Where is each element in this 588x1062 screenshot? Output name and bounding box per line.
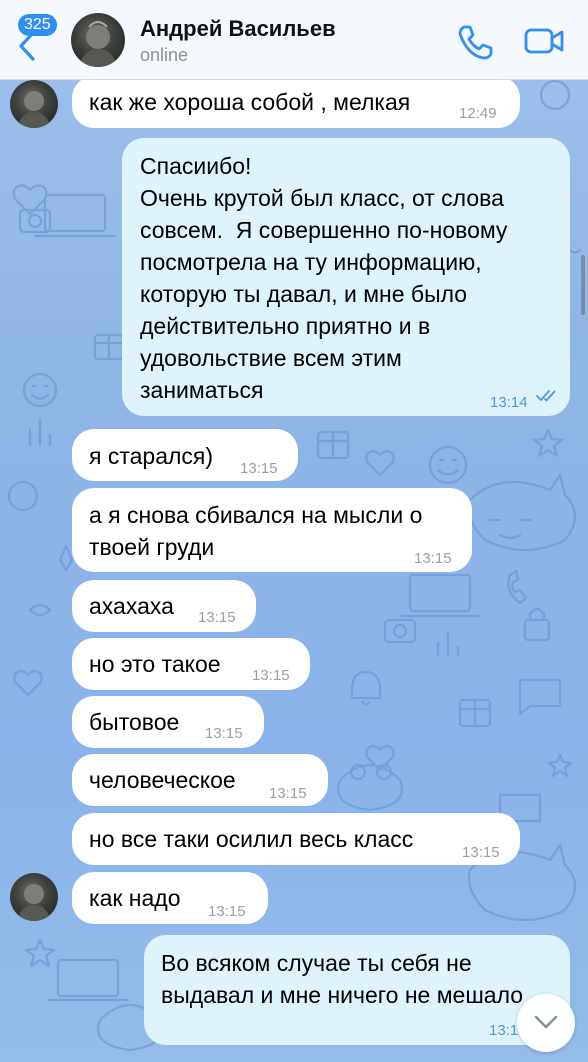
contact-name[interactable]: Андрей Васильев (140, 16, 336, 42)
message-time: 13:15 (269, 785, 307, 802)
message-time: 13:14 (490, 394, 528, 411)
message-time: 13:15 (414, 550, 452, 567)
double-check-icon (536, 390, 556, 402)
message-text: я старался) (89, 443, 214, 469)
message-time: 13:1 (489, 1022, 519, 1039)
message-incoming[interactable]: ахахаха 13:15 (72, 580, 256, 632)
avatar-image (17, 91, 51, 128)
message-incoming[interactable]: но это такое 13:15 (72, 638, 310, 690)
message-time: 13:15 (198, 609, 236, 626)
message-text: Во всяком случае ты себя не выдавал и мн… (161, 950, 524, 1008)
message-incoming[interactable]: как же хороша собой , мелкая 12:49 (72, 76, 520, 128)
scroll-to-bottom-button[interactable] (517, 994, 575, 1052)
avatar-image (79, 21, 117, 67)
message-text: как надо (89, 885, 181, 911)
message-text: бытовое (89, 709, 180, 735)
message-time: 13:15 (208, 903, 246, 920)
message-incoming[interactable]: я старался) 13:15 (72, 429, 298, 481)
call-button[interactable] (455, 22, 493, 60)
chat-header: 325 Андрей Васильев online (0, 0, 588, 80)
scrollbar[interactable] (581, 255, 585, 315)
video-call-button[interactable] (522, 22, 566, 60)
contact-status: online (140, 45, 189, 65)
message-text: ахахаха (89, 593, 174, 619)
message-text: но это такое (89, 651, 221, 677)
message-time: 13:15 (205, 725, 243, 742)
chevron-down-icon (534, 1015, 558, 1029)
contact-avatar[interactable] (71, 13, 125, 67)
phone-icon (458, 25, 493, 60)
message-time: 12:49 (459, 105, 497, 122)
message-time: 13:15 (240, 460, 278, 477)
message-incoming[interactable]: бытовое 13:15 (72, 696, 264, 748)
message-incoming[interactable]: но все таки осилил весь класс 13:15 (72, 813, 520, 865)
message-time: 13:15 (252, 667, 290, 684)
message-time: 13:15 (462, 844, 500, 861)
avatar-image (17, 884, 51, 921)
video-camera-icon (524, 28, 564, 54)
message-incoming[interactable]: человеческое 13:15 (72, 754, 328, 806)
message-text: а я снова сбивался на мысли о твоей груд… (89, 502, 423, 560)
unread-count-badge: 325 (18, 14, 57, 36)
message-incoming[interactable]: а я снова сбивался на мысли о твоей груд… (72, 488, 472, 572)
message-text: как же хороша собой , мелкая (89, 89, 411, 115)
message-text: Спасиибо! Очень крутой был класс, от сло… (140, 153, 508, 403)
message-outgoing[interactable]: Во всяком случае ты себя не выдавал и мн… (144, 935, 570, 1045)
message-incoming[interactable]: как надо 13:15 (72, 872, 268, 924)
message-outgoing[interactable]: Спасиибо! Очень крутой был класс, от сло… (122, 138, 570, 416)
sender-avatar[interactable] (10, 80, 58, 128)
message-text: но все таки осилил весь класс (89, 826, 414, 852)
message-text: человеческое (89, 767, 236, 793)
sender-avatar[interactable] (10, 873, 58, 921)
